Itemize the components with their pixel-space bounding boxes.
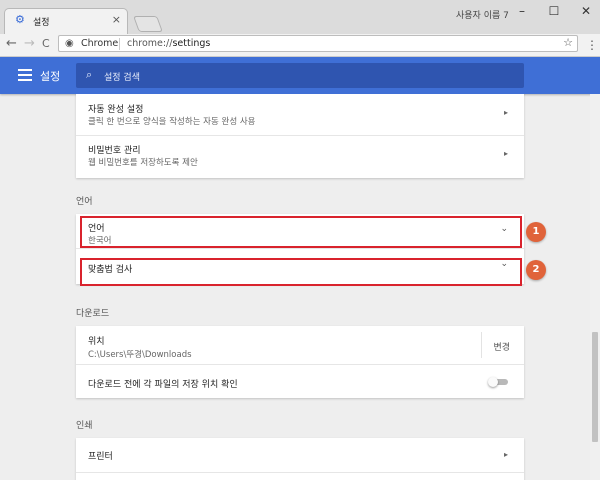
ask-location-row[interactable]: 다운로드 전에 각 파일의 저장 위치 확인 <box>76 365 524 398</box>
profile-name[interactable]: 사용자 이름 7 <box>456 8 509 21</box>
change-location-button[interactable]: 변경 <box>493 340 510 353</box>
download-location-row: 위치 C:\Users\뚜경\Downloads 변경 <box>76 326 524 364</box>
toggle-knob <box>488 377 498 387</box>
section-label-downloads: 다운로드 <box>76 309 110 319</box>
autofill-card: 자동 완성 설정 클릭 한 번으로 양식을 작성하는 자동 완성 사용 ▸ 비밀… <box>76 94 524 178</box>
highlight-box-spellcheck <box>80 258 522 286</box>
url-scheme: chrome:// <box>127 38 173 49</box>
search-placeholder: 설정 검색 <box>104 73 140 83</box>
location-path: C:\Users\뚜경\Downloads <box>88 350 192 360</box>
password-subtitle: 웹 비밀번호를 저장하도록 제안 <box>88 158 198 168</box>
section-label-language: 언어 <box>76 197 93 207</box>
url-text[interactable]: chrome://settings <box>127 38 210 49</box>
vertical-scrollbar[interactable] <box>590 94 600 480</box>
section-label-printing: 인쇄 <box>76 421 93 431</box>
ask-location-toggle[interactable] <box>488 377 508 387</box>
vertical-separator <box>481 332 482 358</box>
reload-icon[interactable]: C <box>42 37 50 50</box>
settings-header: 설정 ⌕ 설정 검색 <box>0 57 600 94</box>
new-tab-button[interactable] <box>133 16 163 32</box>
close-window-button[interactable]: ✕ <box>576 4 596 18</box>
omnibox-chrome-label: Chrome <box>81 38 119 49</box>
location-title: 위치 <box>88 337 105 347</box>
chevron-right-icon: ▸ <box>503 149 508 158</box>
password-title: 비밀번호 관리 <box>88 146 141 156</box>
maximize-button[interactable]: ☐ <box>544 4 564 18</box>
browser-toolbar: ← → C ◉ Chrome chrome://settings ☆ ⋮ <box>0 34 600 57</box>
back-arrow-icon[interactable]: ← <box>6 36 17 51</box>
close-tab-button[interactable]: × <box>112 13 121 26</box>
printers-row[interactable]: 프린터 ▸ <box>76 438 524 472</box>
tab-settings[interactable]: ⚙ 설정 × <box>4 8 128 34</box>
address-bar[interactable]: ◉ Chrome chrome://settings ☆ <box>58 35 578 52</box>
autofill-title: 자동 완성 설정 <box>88 105 144 115</box>
highlight-box-language <box>80 216 522 248</box>
url-host: settings <box>172 38 211 49</box>
downloads-card: 위치 C:\Users\뚜경\Downloads 변경 다운로드 전에 각 파일… <box>76 326 524 398</box>
search-icon: ⌕ <box>86 68 93 81</box>
step-badge-1: 1 <box>526 222 546 242</box>
chrome-menu-icon[interactable]: ⋮ <box>586 38 598 52</box>
bookmark-star-icon[interactable]: ☆ <box>563 36 573 49</box>
gear-icon: ⚙ <box>15 13 25 26</box>
divider <box>76 472 524 473</box>
settings-content: 자동 완성 설정 클릭 한 번으로 양식을 작성하는 자동 완성 사용 ▸ 비밀… <box>0 94 590 480</box>
password-manager-row[interactable]: 비밀번호 관리 웹 비밀번호를 저장하도록 제안 ▸ <box>76 136 524 178</box>
step-badge-2: 2 <box>526 260 546 280</box>
minimize-button[interactable]: – <box>512 4 532 18</box>
tab-title: 설정 <box>33 18 50 28</box>
search-input[interactable]: ⌕ 설정 검색 <box>76 63 524 88</box>
scrollbar-thumb[interactable] <box>592 332 598 442</box>
ask-location-label: 다운로드 전에 각 파일의 저장 위치 확인 <box>88 380 238 390</box>
printer-title: 프린터 <box>88 452 113 462</box>
omnibox-separator <box>119 38 120 50</box>
autofill-settings-row[interactable]: 자동 완성 설정 클릭 한 번으로 양식을 작성하는 자동 완성 사용 ▸ <box>76 94 524 136</box>
title-bar: ⚙ 설정 × 사용자 이름 7 – ☐ ✕ <box>0 0 600 34</box>
chevron-right-icon: ▸ <box>503 108 508 117</box>
hamburger-menu-icon[interactable] <box>18 69 32 81</box>
printing-card: 프린터 ▸ <box>76 438 524 480</box>
chevron-right-icon: ▸ <box>503 450 508 459</box>
forward-arrow-icon[interactable]: → <box>24 36 35 51</box>
autofill-subtitle: 클릭 한 번으로 양식을 작성하는 자동 완성 사용 <box>88 117 256 127</box>
chrome-page-icon: ◉ <box>65 38 74 49</box>
page-title: 설정 <box>40 70 61 83</box>
